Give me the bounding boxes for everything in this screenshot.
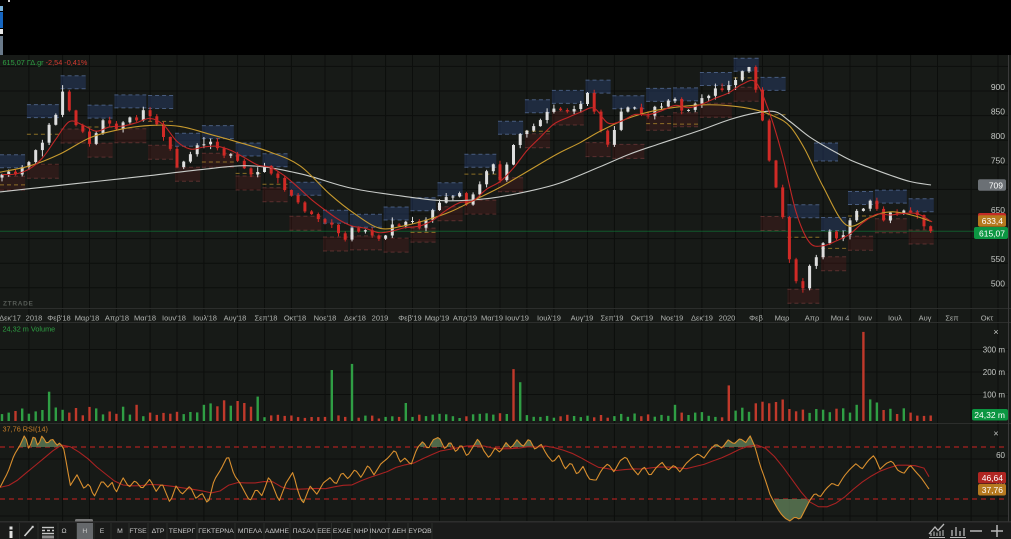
svg-text:24,32 m: 24,32 m [974,410,1005,420]
svg-text:Νοε'18: Νοε'18 [314,314,337,323]
svg-text:Νοε'19: Νοε'19 [661,314,684,323]
svg-text:Ιουν: Ιουν [858,314,872,323]
svg-text:Ω: Ω [61,528,66,535]
svg-text:Οκτ'18: Οκτ'18 [284,314,306,323]
svg-text:Η: Η [82,528,87,535]
svg-text:Ιουλ'19: Ιουλ'19 [537,314,561,323]
svg-text:Μ: Μ [117,528,123,535]
svg-text:ΑΔΜΗΕ: ΑΔΜΗΕ [265,528,290,535]
svg-text:500: 500 [991,279,1005,289]
svg-text:Μαι'18: Μαι'18 [134,314,156,323]
svg-text:850: 850 [991,106,1005,116]
svg-text:Απρ: Απρ [805,314,819,323]
svg-text:ZTRADE: ZTRADE [3,301,34,308]
svg-text:Δεκ'17: Δεκ'17 [0,314,21,323]
svg-text:900: 900 [991,82,1005,92]
svg-text:37,76 RSI(14): 37,76 RSI(14) [3,425,48,434]
svg-text:Αυγ'19: Αυγ'19 [571,314,594,323]
svg-text:200 m: 200 m [983,368,1006,377]
svg-text:2019: 2019 [372,314,389,323]
svg-text:ΔΕΗ: ΔΕΗ [392,528,406,535]
svg-text:Δεκ'19: Δεκ'19 [691,314,713,323]
svg-text:Οκτ: Οκτ [981,314,994,323]
svg-text:ΕΧΑΕ: ΕΧΑΕ [333,528,352,535]
svg-text:Απρ'18: Απρ'18 [105,314,129,323]
svg-text:ΓΕΚΤΕΡΝΑ: ΓΕΚΤΕΡΝΑ [198,528,234,535]
svg-text:Ιουλ: Ιουλ [888,314,902,323]
svg-text:37,76: 37,76 [982,485,1004,495]
svg-text:ΠΑΣΑΛ: ΠΑΣΑΛ [293,528,316,535]
svg-text:Φεβ'19: Φεβ'19 [398,314,421,323]
svg-text:615,07 ΓΔ.gr -2,54 -0,41%: 615,07 ΓΔ.gr -2,54 -0,41% [3,58,88,67]
svg-text:ΔΤΡ: ΔΤΡ [152,528,165,535]
svg-text:550: 550 [991,254,1005,264]
svg-text:Απρ'19: Απρ'19 [453,314,477,323]
svg-text:Μαρ: Μαρ [775,314,790,323]
svg-text:Φεβ: Φεβ [749,314,763,323]
svg-text:24,32 m Volume: 24,32 m Volume [3,325,56,334]
svg-text:Ιουν'19: Ιουν'19 [505,314,529,323]
svg-text:Οκτ'19: Οκτ'19 [631,314,653,323]
svg-text:Μαι 4: Μαι 4 [831,314,850,323]
svg-text:Ιουν'18: Ιουν'18 [162,314,186,323]
svg-text:Σεπ'19: Σεπ'19 [601,314,624,323]
svg-text:2020: 2020 [719,314,736,323]
svg-text:Μαρ'18: Μαρ'18 [75,314,100,323]
svg-text:615,07: 615,07 [979,228,1005,238]
svg-text:ΕΕΕ: ΕΕΕ [317,528,331,535]
svg-text:Σεπ'18: Σεπ'18 [255,314,278,323]
svg-text:Αυγ'18: Αυγ'18 [224,314,247,323]
svg-text:Μαι'19: Μαι'19 [481,314,503,323]
svg-text:Δεκ'18: Δεκ'18 [344,314,366,323]
svg-text:2018: 2018 [26,314,43,323]
svg-text:Φεβ'18: Φεβ'18 [47,314,70,323]
svg-text:Αυγ: Αυγ [919,314,932,323]
svg-text:×: × [993,429,998,439]
svg-text:709: 709 [989,180,1003,190]
svg-text:ΜΠΕΛΑ: ΜΠΕΛΑ [238,528,263,535]
svg-text:Ε: Ε [100,528,105,535]
svg-text:×: × [993,327,998,337]
svg-text:FTSE: FTSE [129,528,147,535]
svg-text:Σεπ: Σεπ [945,314,958,323]
svg-text:Ιουλ'18: Ιουλ'18 [193,314,217,323]
svg-text:100 m: 100 m [983,390,1006,399]
svg-text:60: 60 [996,451,1005,460]
svg-text:750: 750 [991,156,1005,166]
svg-text:46,64: 46,64 [982,473,1004,483]
svg-text:300 m: 300 m [983,345,1006,354]
svg-text:ΕΥΡΩΒ: ΕΥΡΩΒ [408,528,432,535]
svg-text:ΝΗΡ: ΝΗΡ [354,528,369,535]
svg-text:ΤΕΝΕΡΓ: ΤΕΝΕΡΓ [169,528,196,535]
svg-text:Μαρ'19: Μαρ'19 [425,314,450,323]
svg-text:633,4: 633,4 [982,216,1004,226]
svg-text:800: 800 [991,131,1005,141]
svg-text:ΙΝΛΟΤ: ΙΝΛΟΤ [370,528,391,535]
